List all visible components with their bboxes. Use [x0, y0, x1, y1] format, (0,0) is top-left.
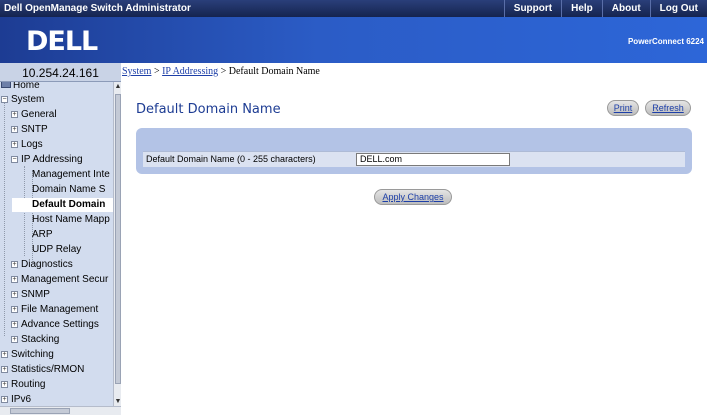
expand-icon[interactable]: + [1, 351, 8, 358]
tree-vertical-scrollbar[interactable]: ▲ ▼ [113, 82, 121, 415]
expand-icon[interactable]: + [11, 321, 18, 328]
expand-icon[interactable]: + [1, 381, 8, 388]
expand-icon[interactable]: + [11, 306, 18, 313]
tree-item-statistics-rmon[interactable]: + Statistics/RMON [1, 363, 84, 377]
tree-item-management-security[interactable]: + Management Secur [11, 273, 108, 287]
expand-icon[interactable]: + [11, 111, 18, 118]
page-title: Default Domain Name [136, 102, 281, 117]
tree-item-domain-name-server[interactable]: Domain Name S [32, 183, 105, 197]
expand-icon[interactable]: + [11, 336, 18, 343]
tree-item-diagnostics[interactable]: + Diagnostics [11, 258, 73, 272]
tree-horizontal-scrollbar[interactable] [0, 406, 121, 415]
scrollbar-thumb[interactable] [115, 94, 121, 384]
navigation-tree: Home − System + General + SNTP + Logs − IP Ad… [0, 82, 113, 415]
tree-item-ip-addressing[interactable]: − IP Addressing [11, 153, 83, 167]
support-link[interactable]: Support [503, 0, 561, 17]
tree-item-advance-settings[interactable]: + Advance Settings [11, 318, 99, 332]
tree-item-host-name-mapping[interactable]: Host Name Mapp [32, 213, 110, 227]
expand-icon[interactable]: + [11, 291, 18, 298]
tree-item-default-domain[interactable]: Default Domain [12, 198, 113, 212]
tree-item-arp[interactable]: ARP [32, 228, 53, 242]
collapse-icon[interactable]: − [11, 156, 18, 163]
expand-icon[interactable]: + [11, 276, 18, 283]
scroll-up-icon[interactable]: ▲ [114, 82, 122, 91]
expand-icon[interactable]: + [11, 261, 18, 268]
collapse-icon[interactable]: − [1, 96, 8, 103]
expand-icon[interactable]: + [11, 141, 18, 148]
print-button[interactable]: Print [607, 100, 639, 116]
tree-item-logs[interactable]: + Logs [11, 138, 43, 152]
tree-item-ipv6[interactable]: + IPv6 [1, 393, 31, 407]
scroll-down-icon[interactable]: ▼ [114, 397, 122, 406]
expand-icon[interactable]: + [1, 366, 8, 373]
apply-changes-button[interactable]: Apply Changes [374, 189, 452, 205]
tree-item-sntp[interactable]: + SNTP [11, 123, 48, 137]
brand-bar: DELL PowerConnect 6224 [0, 17, 707, 63]
tree-item-snmp[interactable]: + SNMP [11, 288, 50, 302]
tree-item-routing[interactable]: + Routing [1, 378, 45, 392]
help-link[interactable]: Help [561, 0, 602, 17]
default-domain-name-label: Default Domain Name (0 - 255 characters) [146, 154, 316, 164]
horizontal-scrollbar-thumb[interactable] [10, 408, 70, 414]
tree-item-file-management[interactable]: + File Management [11, 303, 98, 317]
switch-ip-address: 10.254.24.161 [0, 63, 121, 82]
tree-item-management-interface[interactable]: Management Inte [32, 168, 110, 182]
tree-item-switching[interactable]: + Switching [1, 348, 54, 362]
default-domain-name-input[interactable]: DELL.com [356, 153, 510, 166]
tree-item-system[interactable]: − System [1, 93, 44, 107]
breadcrumb-system-link[interactable]: System [122, 66, 151, 77]
logout-link[interactable]: Log Out [649, 0, 707, 17]
tree-item-general[interactable]: + General [11, 108, 57, 122]
expand-icon[interactable]: + [1, 396, 8, 403]
dell-logo: DELL [26, 26, 98, 57]
refresh-button[interactable]: Refresh [645, 100, 691, 116]
tree-item-stacking[interactable]: + Stacking [11, 333, 59, 347]
tree-item-udp-relay[interactable]: UDP Relay [32, 243, 81, 257]
app-title: Dell OpenManage Switch Administrator [4, 3, 191, 14]
tree-line [4, 96, 5, 336]
expand-icon[interactable]: + [11, 126, 18, 133]
breadcrumb: System > IP Addressing > Default Domain … [122, 66, 320, 77]
tree-item-home[interactable]: Home [1, 82, 40, 93]
home-icon [1, 82, 11, 88]
top-links: Support Help About Log Out [503, 0, 707, 17]
breadcrumb-current: Default Domain Name [228, 66, 320, 77]
default-domain-name-row: Default Domain Name (0 - 255 characters)… [143, 151, 685, 167]
about-link[interactable]: About [601, 0, 650, 17]
top-bar: Dell OpenManage Switch Administrator Sup… [0, 0, 707, 17]
product-name: PowerConnect 6224 [627, 37, 704, 46]
breadcrumb-ip-addressing-link[interactable]: IP Addressing [162, 66, 218, 77]
